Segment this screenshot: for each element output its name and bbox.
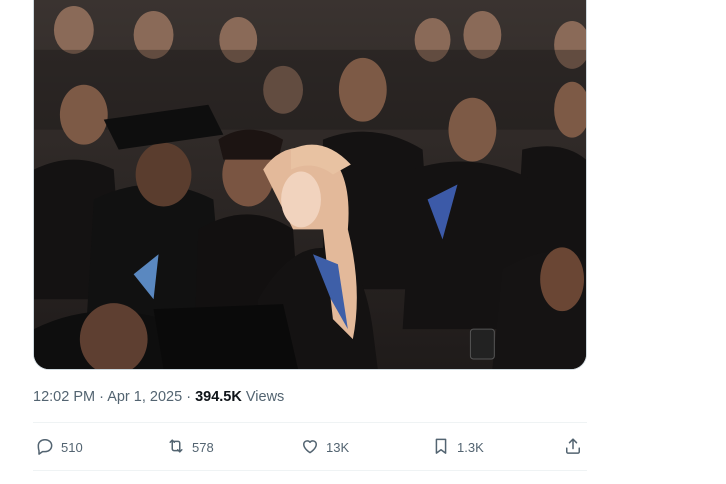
tweet-date[interactable]: Apr 1, 2025 <box>107 389 182 405</box>
reply-count: 510 <box>61 439 83 455</box>
repost-icon <box>166 436 186 459</box>
repost-count: 578 <box>192 439 214 455</box>
bookmark-icon <box>431 436 451 459</box>
divider-bottom <box>33 470 587 471</box>
repost-button[interactable]: 578 <box>166 433 214 461</box>
reply-icon <box>35 436 55 459</box>
reply-button[interactable]: 510 <box>35 433 83 461</box>
views-label: Views <box>245 389 285 405</box>
graduation-photo <box>34 0 586 369</box>
like-count: 13K <box>326 439 350 455</box>
divider-top <box>33 422 587 423</box>
bookmark-button[interactable]: 1.3K <box>431 433 484 461</box>
tweet-action-bar: 510 578 13K 1.3K <box>33 433 587 461</box>
tweet-time[interactable]: 12:02 PM <box>33 389 95 405</box>
bookmark-count: 1.3K <box>457 439 484 455</box>
tweet-media-photo[interactable] <box>33 0 587 370</box>
like-icon <box>300 436 320 459</box>
like-button[interactable]: 13K <box>300 433 349 461</box>
meta-separator: · <box>186 389 192 405</box>
meta-separator: · <box>99 389 104 405</box>
views-count: 394.5K <box>195 389 242 405</box>
share-button[interactable] <box>563 433 583 461</box>
tweet-meta-row: 12:02 PM · Apr 1, 2025 · 394.5K Views <box>33 388 284 406</box>
share-icon <box>563 436 583 459</box>
